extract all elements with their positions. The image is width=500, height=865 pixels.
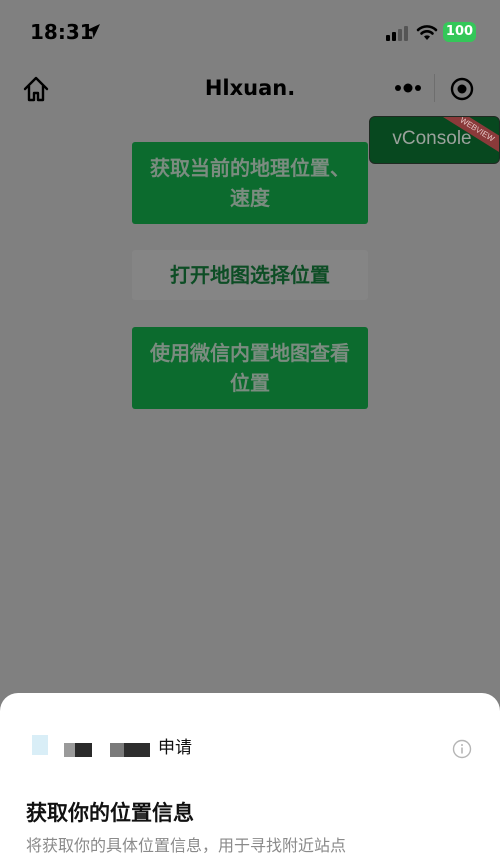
app-logo-icon — [32, 735, 48, 755]
open-map-button[interactable]: 使用微信内置地图查看位置 — [132, 327, 368, 409]
location-arrow-icon — [86, 24, 100, 38]
choose-location-button[interactable]: 打开地图选择位置 — [132, 250, 368, 300]
permission-sheet: 申请 获取你的位置信息 将获取你的具体位置信息，用于寻找附近站点 — [0, 693, 500, 865]
signal-icon — [386, 26, 408, 41]
redacted-app-name — [64, 743, 92, 757]
apply-label: 申请 — [158, 738, 192, 758]
capsule-menu — [380, 68, 488, 108]
wifi-icon — [416, 25, 438, 40]
permission-description: 将获取你的具体位置信息，用于寻找附近站点 — [26, 836, 347, 855]
permission-title: 获取你的位置信息 — [26, 801, 194, 825]
info-icon[interactable] — [452, 739, 472, 759]
status-bar: 18:31 100 — [0, 0, 500, 62]
nav-bar: Hlxuan. — [0, 62, 500, 116]
vconsole-button[interactable]: vConsole WEBVIEW — [369, 116, 500, 164]
capsule-divider — [434, 74, 435, 102]
get-location-button[interactable]: 获取当前的地理位置、速度 — [132, 142, 368, 224]
more-icon[interactable] — [394, 78, 422, 98]
redacted-app-name — [110, 743, 150, 757]
app-info-row: 申请 — [28, 731, 468, 758]
record-icon[interactable] — [450, 77, 474, 101]
battery-icon: 100 — [443, 22, 476, 42]
